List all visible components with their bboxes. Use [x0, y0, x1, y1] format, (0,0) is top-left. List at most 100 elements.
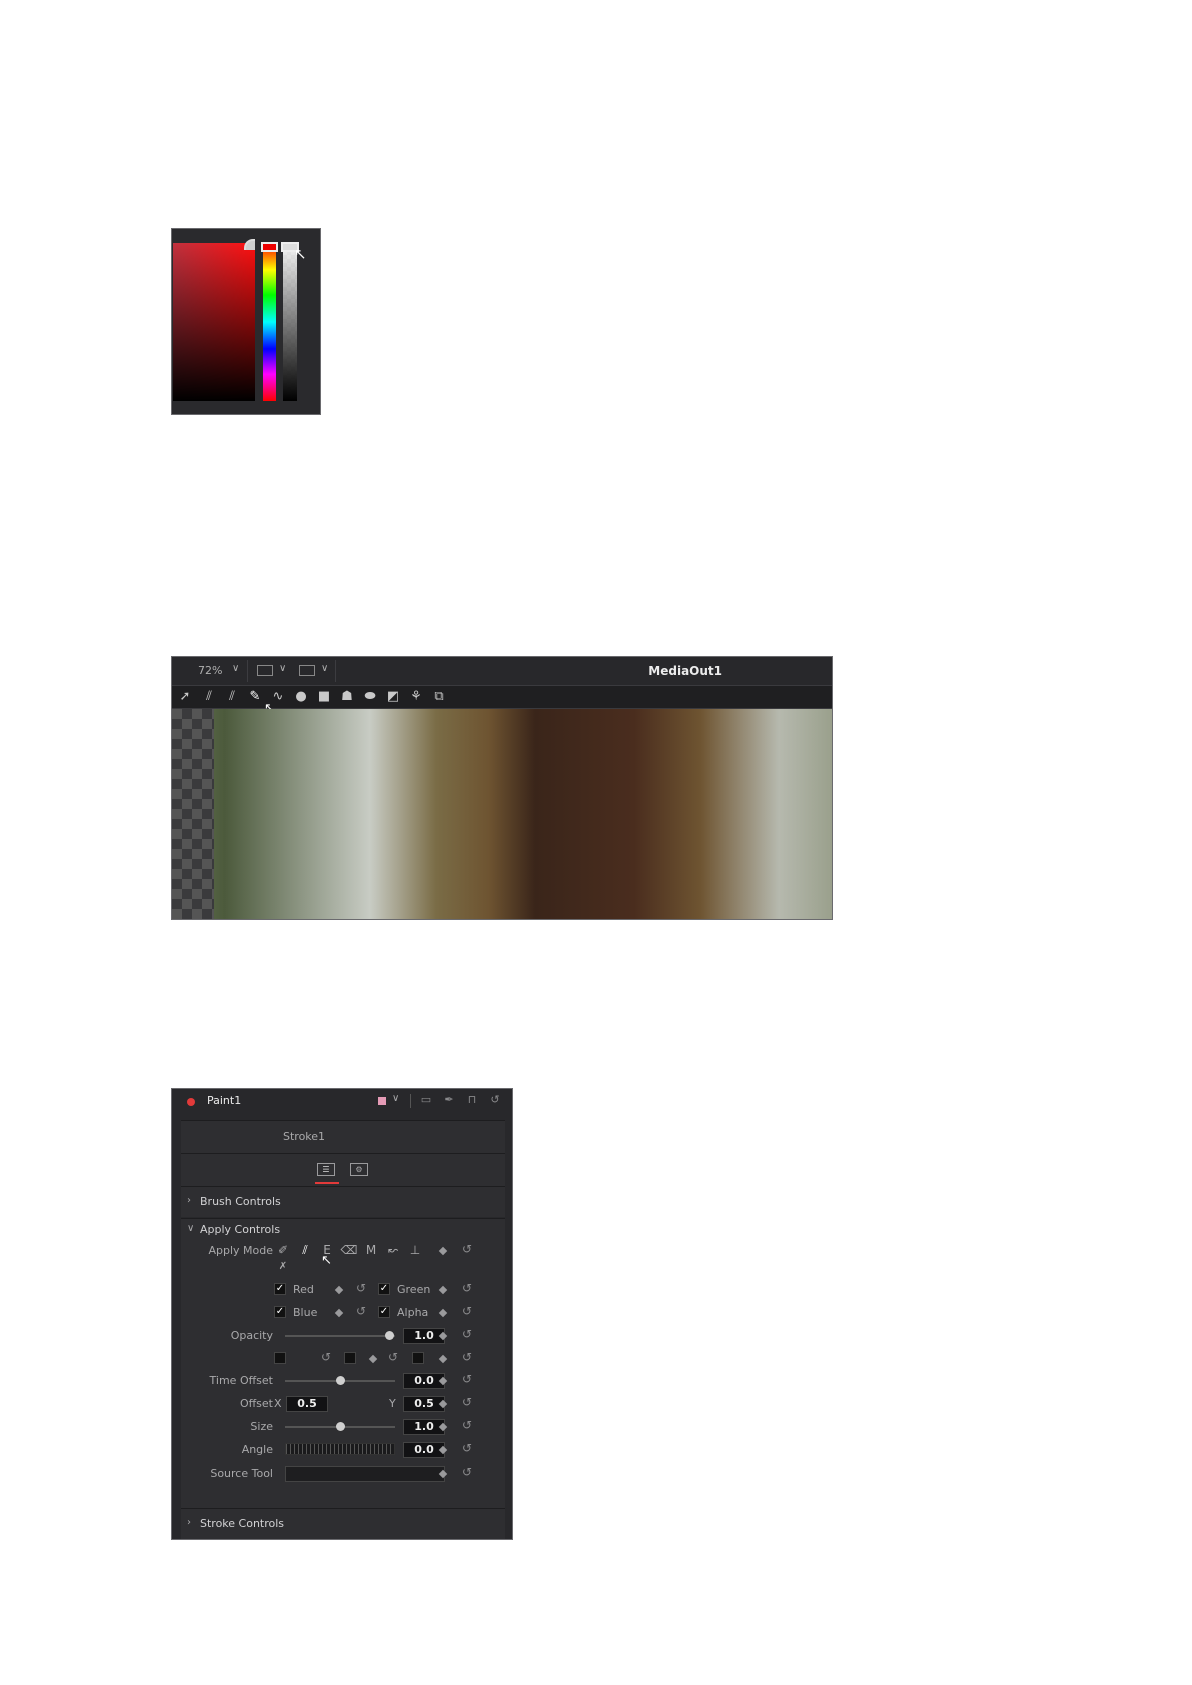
settings-tab-icon[interactable]: ⚙ — [350, 1163, 368, 1176]
stamp-mode-icon[interactable]: ⊥ — [406, 1243, 424, 1259]
lock-icon[interactable]: ⊓ — [465, 1093, 479, 1107]
stroke-tab[interactable]: Stroke1 — [283, 1130, 325, 1143]
angle-row: Angle 0.0 ↺ — [181, 1440, 505, 1460]
green-checkbox[interactable]: ✓ — [378, 1283, 390, 1295]
blue-checkbox[interactable]: ✓ — [274, 1306, 286, 1318]
saturation-value-field[interactable] — [173, 239, 255, 401]
time-offset-slider[interactable] — [285, 1376, 395, 1385]
reset-icon[interactable]: ↺ — [462, 1441, 472, 1455]
clone-mode-icon[interactable]: ⫽ — [296, 1243, 314, 1259]
copy-ellipse-icon[interactable]: ⧉ — [430, 689, 448, 705]
divider — [335, 660, 336, 682]
keyframe-icon[interactable] — [438, 1354, 448, 1364]
reset-icon[interactable]: ↺ — [356, 1304, 366, 1318]
wire-mode-icon[interactable]: ✗ — [274, 1261, 292, 1277]
option-checkbox[interactable] — [412, 1352, 424, 1364]
chevron-down-icon[interactable]: ∨ — [279, 663, 286, 674]
source-tool-field[interactable] — [285, 1466, 445, 1482]
apply-controls-header[interactable]: ∨ Apply Controls — [181, 1219, 505, 1239]
divider — [410, 1094, 411, 1108]
node-enable-dot[interactable] — [187, 1098, 195, 1106]
slider-knob[interactable] — [336, 1422, 345, 1431]
inspector-panel: Paint1 ∨ ▭ ✒ ⊓ ↺ Stroke1 ☰ ⚙ › Brush Con… — [171, 1088, 513, 1540]
copy-rect-icon[interactable]: ⚘ — [407, 689, 425, 705]
chevron-down-icon[interactable]: ∨ — [321, 663, 328, 674]
angle-thumbwheel[interactable] — [285, 1443, 395, 1455]
keyframe-icon[interactable] — [438, 1246, 448, 1256]
offset-x-value[interactable]: 0.5 — [286, 1396, 328, 1412]
opacity-slider[interactable] — [285, 1331, 395, 1340]
version-icon[interactable]: ▭ — [419, 1093, 433, 1107]
clone-multistroke-icon[interactable]: ⫽ — [223, 689, 241, 705]
brush-controls-section[interactable]: › Brush Controls — [181, 1186, 505, 1217]
viewer-panel: 72% ∨ ∨ ∨ MediaOut1 ➚ ⫽ ⫽ ✎ ∿ ● ■ ☗ ⬬ ◩ … — [171, 656, 833, 920]
chevron-down-icon[interactable]: ∨ — [392, 1093, 399, 1104]
viewer-image[interactable] — [172, 709, 832, 919]
roi-icon[interactable] — [299, 665, 315, 676]
reset-icon[interactable]: ↺ — [462, 1327, 472, 1341]
node-name: Paint1 — [207, 1094, 242, 1107]
reset-icon[interactable]: ↺ — [462, 1281, 472, 1295]
time-offset-row: Time Offset 0.0 ↺ — [181, 1371, 505, 1391]
transparency-checker — [172, 709, 214, 919]
paint-group-icon[interactable]: ☗ — [338, 689, 356, 705]
inspector-tabs: ☰ ⚙ — [181, 1153, 505, 1186]
reset-icon[interactable]: ↺ — [462, 1395, 472, 1409]
size-label: Size — [250, 1420, 273, 1433]
chevron-down-icon[interactable]: ∨ — [232, 663, 239, 674]
apply-controls-section: ∨ Apply Controls Apply Mode ✐ ⫽ E ⌫ M ↜ … — [181, 1218, 505, 1509]
keyframe-icon[interactable] — [334, 1308, 344, 1318]
size-slider[interactable] — [285, 1422, 395, 1431]
reset-icon[interactable]: ↺ — [462, 1465, 472, 1479]
keyframe-icon[interactable] — [368, 1354, 378, 1364]
merge-mode-icon[interactable]: M — [362, 1243, 380, 1259]
reset-icon[interactable]: ↺ — [462, 1418, 472, 1432]
arrow-cursor-icon: ↖ — [321, 1253, 332, 1268]
circle-icon[interactable]: ● — [292, 689, 310, 705]
bitmap-icon[interactable]: ⬬ — [361, 689, 379, 705]
slider-knob[interactable] — [336, 1376, 345, 1385]
wand-icon[interactable]: ◩ — [384, 689, 402, 705]
reset-icon[interactable]: ↺ — [462, 1304, 472, 1318]
viewer-toolbar: 72% ∨ ∨ ∨ MediaOut1 — [172, 657, 832, 685]
smear-mode-icon[interactable]: ↜ — [384, 1243, 402, 1259]
rectangle-icon[interactable]: ■ — [315, 689, 333, 705]
reset-icon[interactable]: ↺ — [321, 1350, 331, 1364]
option-checkbox[interactable] — [344, 1352, 356, 1364]
alpha-slider[interactable] — [283, 243, 297, 401]
keyframe-icon[interactable] — [438, 1308, 448, 1318]
hue-slider[interactable] — [263, 243, 276, 401]
erase-mode-icon[interactable]: ⌫ — [340, 1243, 358, 1259]
keyframe-icon[interactable] — [438, 1285, 448, 1295]
slider-knob[interactable] — [385, 1331, 394, 1340]
chevron-right-icon: › — [187, 1195, 191, 1206]
red-checkbox[interactable]: ✓ — [274, 1283, 286, 1295]
select-icon[interactable]: ➚ — [176, 689, 194, 705]
alpha-checkbox[interactable]: ✓ — [378, 1306, 390, 1318]
apply-mode-row: Apply Mode ✐ ⫽ E ⌫ M ↜ ⊥ ↺ — [181, 1241, 505, 1261]
node-header: Paint1 ∨ ▭ ✒ ⊓ ↺ — [172, 1089, 512, 1113]
reset-icon[interactable]: ↺ — [356, 1281, 366, 1295]
stroke-controls-section[interactable]: › Stroke Controls — [181, 1508, 505, 1539]
sv-handle[interactable] — [244, 239, 255, 250]
reset-icon[interactable]: ↺ — [462, 1350, 472, 1364]
color-mode-icon[interactable]: ✐ — [274, 1243, 292, 1259]
reset-icon[interactable]: ↺ — [462, 1372, 472, 1386]
zoom-level[interactable]: 72% — [198, 664, 222, 677]
hue-handle[interactable] — [261, 242, 278, 252]
keyframe-icon[interactable] — [334, 1285, 344, 1295]
split-view-icon[interactable] — [257, 665, 273, 676]
stroke-icon[interactable]: ✎ — [246, 689, 264, 705]
viewer-title: MediaOut1 — [648, 664, 722, 678]
multistroke-icon[interactable]: ⫽ — [200, 689, 218, 705]
reset-icon[interactable]: ↺ — [462, 1242, 472, 1256]
pin-icon[interactable]: ✒ — [442, 1093, 456, 1107]
controls-tab-icon[interactable]: ☰ — [317, 1163, 335, 1176]
opacity-label: Opacity — [230, 1329, 273, 1342]
extra-options-row: ↺ ↺ ↺ — [181, 1349, 505, 1369]
option-checkbox[interactable] — [274, 1352, 286, 1364]
reset-icon[interactable]: ↺ — [388, 1350, 398, 1364]
divider — [247, 660, 248, 682]
reset-icon[interactable]: ↺ — [488, 1093, 502, 1107]
node-color-swatch[interactable] — [378, 1097, 386, 1105]
